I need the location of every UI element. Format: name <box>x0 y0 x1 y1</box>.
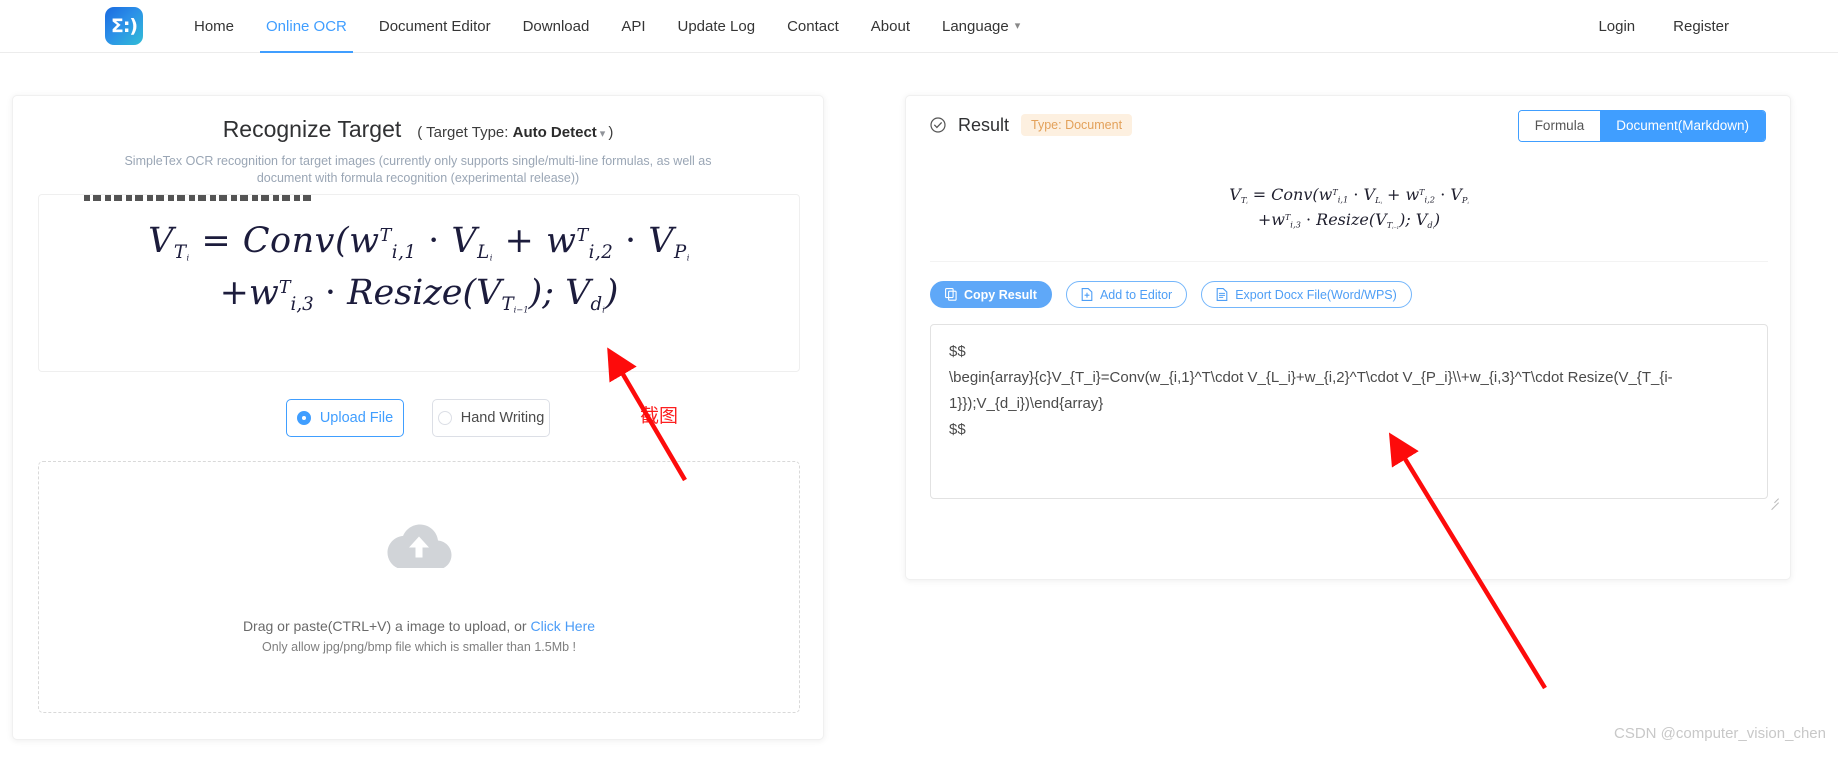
document-icon <box>1216 288 1228 301</box>
dropzone-restriction: Only allow jpg/png/bmp file which is sma… <box>261 640 577 654</box>
tab-formula[interactable]: Formula <box>1518 111 1601 141</box>
dropzone-instruction: Drag or paste(CTRL+V) a image to upload,… <box>243 618 595 634</box>
page-title: Recognize Target <box>222 116 402 142</box>
image-preview: VTi = Conv(wTi,1 · VLi + wTi,2 · VPi +wT… <box>38 194 800 372</box>
export-docx-button[interactable]: Export Docx File(Word/WPS) <box>1201 281 1412 308</box>
mode-hand-writing[interactable]: Hand Writing <box>432 399 550 437</box>
input-mode-selector: Upload File Hand Writing <box>13 399 823 437</box>
result-header: Result Type: Document <box>930 114 1133 136</box>
result-title: Result <box>958 114 1010 135</box>
result-format-tabs: Formula Document(Markdown) <box>1517 110 1766 142</box>
file-dropzone[interactable]: Drag or paste(CTRL+V) a image to upload,… <box>38 461 800 713</box>
chevron-down-icon: ▾ <box>599 128 606 140</box>
copy-result-button[interactable]: Copy Result <box>930 281 1052 308</box>
login-link[interactable]: Login <box>1579 0 1654 53</box>
page-root: Σ:) Home Online OCR Document Editor Down… <box>0 0 1838 758</box>
annotation-screenshot-label: 截图 <box>640 405 679 427</box>
clipped-text-fragment <box>84 195 314 201</box>
nav-item-api[interactable]: API <box>605 0 661 53</box>
account-navigation: Login Register <box>1579 0 1748 53</box>
register-link[interactable]: Register <box>1654 0 1748 53</box>
mode-upload-file[interactable]: Upload File <box>286 399 404 437</box>
file-add-icon <box>1081 288 1093 301</box>
export-docx-label: Export Docx File(Word/WPS) <box>1235 287 1397 302</box>
nav-item-update-log[interactable]: Update Log <box>662 0 772 53</box>
latex-output-textarea[interactable]: $$ \begin{array}{c}V_{T_i}=Conv(w_{i,1}^… <box>930 324 1768 499</box>
nav-item-download[interactable]: Download <box>507 0 606 53</box>
app-logo[interactable]: Σ:) <box>105 7 143 45</box>
target-type-value: Auto Detect <box>512 124 597 141</box>
navbar: Σ:) Home Online OCR Document Editor Down… <box>0 0 1838 53</box>
upload-cloud-icon <box>387 524 452 568</box>
textarea-resize-handle[interactable] <box>1768 492 1780 504</box>
nav-item-about[interactable]: About <box>855 0 926 53</box>
main-navigation: Home Online OCR Document Editor Download… <box>178 0 1036 53</box>
recognize-target-header: Recognize Target ( Target Type: Auto Det… <box>13 116 823 143</box>
copy-icon <box>945 288 957 301</box>
nav-item-document-editor[interactable]: Document Editor <box>363 0 507 53</box>
target-type-prefix: ( Target Type: <box>417 124 509 141</box>
target-type-selector[interactable]: ( Target Type: Auto Detect ▾) <box>417 124 613 141</box>
language-label: Language <box>941 17 1009 35</box>
nav-item-language[interactable]: Language ▾ <box>926 0 1036 53</box>
rendered-formula-preview: VTi = Conv(wTi,1 · VLi + wTi,2 · VPi +wT… <box>930 154 1768 262</box>
target-type-suffix: ) <box>608 124 614 141</box>
click-here-link[interactable]: Click Here <box>530 618 595 634</box>
result-actions: Copy Result Add to Editor Export Docx Fi… <box>930 281 1412 308</box>
copy-result-label: Copy Result <box>964 287 1037 302</box>
recognize-target-description: SimpleTex OCR recognition for target ima… <box>124 154 712 185</box>
nav-item-contact[interactable]: Contact <box>771 0 855 53</box>
radio-unselected-icon <box>437 411 452 425</box>
status-badge: Type: Document <box>1021 114 1133 136</box>
check-circle-icon <box>930 117 946 133</box>
tab-document-markdown[interactable]: Document(Markdown) <box>1600 111 1765 141</box>
nav-item-home[interactable]: Home <box>178 0 250 53</box>
recognize-target-panel: Recognize Target ( Target Type: Auto Det… <box>12 95 824 740</box>
chevron-down-icon: ▾ <box>1014 19 1021 32</box>
nav-item-online-ocr[interactable]: Online OCR <box>250 0 363 53</box>
dropzone-instruction-text: Drag or paste(CTRL+V) a image to upload,… <box>242 618 531 634</box>
result-panel: Result Type: Document Formula Document(M… <box>905 95 1791 580</box>
add-to-editor-button[interactable]: Add to Editor <box>1065 281 1188 308</box>
add-to-editor-label: Add to Editor <box>1099 287 1173 302</box>
watermark: CSDN @computer_vision_chen <box>1614 725 1826 742</box>
radio-selected-icon <box>296 411 311 425</box>
mode-upload-file-label: Upload File <box>319 410 394 426</box>
mode-hand-writing-label: Hand Writing <box>460 410 545 426</box>
source-formula-image: VTi = Conv(wTi,1 · VLi + wTi,2 · VPi +wT… <box>148 221 690 315</box>
